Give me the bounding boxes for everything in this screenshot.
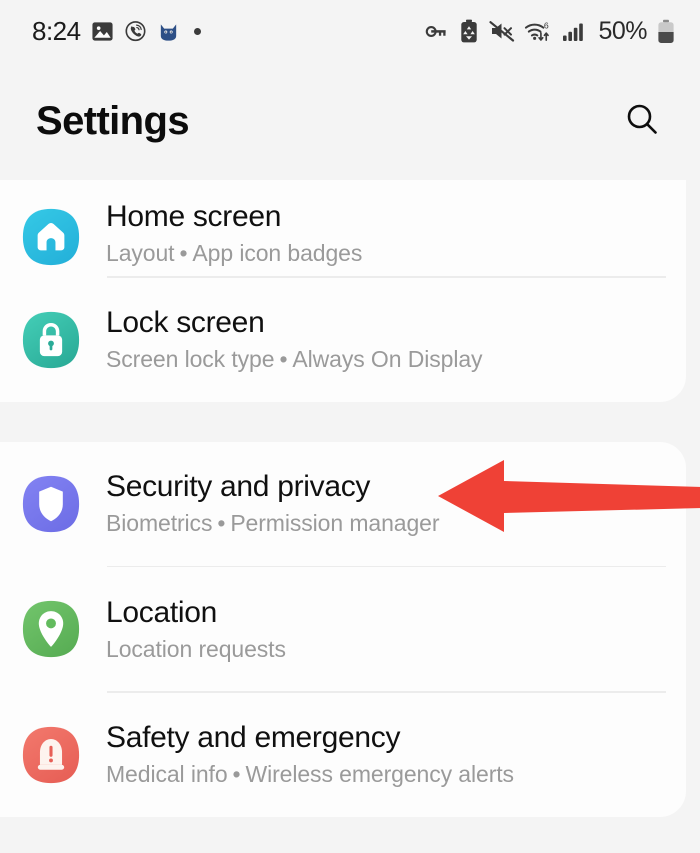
settings-row-text: Lock screen Screen lock type • Always On D…	[106, 305, 662, 374]
emergency-siren-icon	[20, 724, 82, 786]
settings-row-subtitle: Biometrics • Permission manager	[106, 510, 440, 537]
app-header: Settings	[0, 62, 700, 180]
status-bar-right: 6 50%	[424, 17, 676, 46]
settings-row-location[interactable]: Location Location requests	[0, 567, 686, 691]
shield-icon	[20, 473, 82, 535]
settings-row-home-screen[interactable]: Home screen Layout • App icon badges	[0, 180, 686, 276]
settings-row-subtitle: Layout • App icon badges	[106, 240, 363, 267]
phone-screen: 8:24 6 50% Settings Home screen Layout •…	[0, 0, 700, 853]
settings-row-title: Safety and emergency	[106, 721, 401, 754]
vpn-key-icon	[424, 19, 449, 44]
location-pin-icon	[20, 598, 82, 660]
gallery-icon	[91, 20, 114, 43]
cat-app-icon	[157, 20, 180, 43]
settings-list[interactable]: Home screen Layout • App icon badges Loc…	[0, 180, 700, 853]
settings-row-title: Security and privacy	[106, 470, 371, 503]
settings-row-text: Home screen Layout • App icon badges	[106, 199, 662, 268]
viber-icon	[124, 20, 147, 43]
page-title: Settings	[36, 98, 190, 143]
settings-row-text: Location Location requests	[106, 595, 662, 664]
settings-row-title: Lock screen	[106, 306, 265, 339]
search-icon	[623, 100, 661, 143]
settings-row-text: Safety and emergency Medical info • Wirele…	[106, 720, 662, 789]
home-icon	[20, 206, 82, 268]
status-bar: 8:24 6 50%	[0, 0, 700, 62]
battery-percent-label: 50%	[598, 16, 647, 45]
cellular-signal-icon	[562, 19, 587, 43]
svg-text:6: 6	[544, 21, 549, 31]
battery-icon	[656, 19, 676, 44]
settings-row-text: Security and privacy Biometrics • Permissi…	[106, 469, 662, 538]
wifi-6-icon: 6	[524, 19, 553, 43]
more-notifications-dot-icon	[193, 27, 201, 35]
battery-saver-icon	[458, 19, 480, 43]
sound-muted-icon	[489, 19, 515, 43]
lock-icon	[20, 309, 82, 371]
settings-row-subtitle: Medical info • Wireless emergency alerts	[106, 761, 514, 788]
settings-row-safety-and-emergency[interactable]: Safety and emergency Medical info • Wirele…	[0, 693, 686, 817]
settings-row-security-and-privacy[interactable]: Security and privacy Biometrics • Permissi…	[0, 442, 686, 566]
settings-group-privacy: Security and privacy Biometrics • Permissi…	[0, 441, 686, 817]
settings-row-subtitle: Screen lock type • Always On Display	[106, 346, 483, 373]
settings-row-lock-screen[interactable]: Lock screen Screen lock type • Always On D…	[0, 278, 686, 402]
status-bar-clock: 8:24	[32, 15, 81, 46]
settings-row-subtitle: Location requests	[106, 635, 286, 662]
settings-group-display: Home screen Layout • App icon badges Loc…	[0, 180, 686, 402]
status-bar-left: 8:24	[32, 16, 201, 47]
settings-row-title: Location	[106, 595, 218, 629]
settings-row-title: Home screen	[106, 200, 282, 234]
search-button[interactable]	[614, 93, 670, 149]
